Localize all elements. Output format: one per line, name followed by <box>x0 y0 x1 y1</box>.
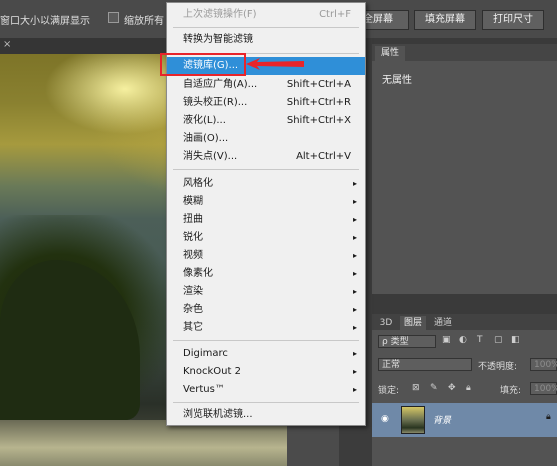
filter-shape-icon[interactable]: ▢ <box>494 335 503 345</box>
submenu-arrow-icon: ▸ <box>352 251 357 260</box>
menu-item-lens-correction[interactable]: 镜头校正(R)... Shift+Ctrl+R <box>167 94 365 112</box>
menu-item-stylize[interactable]: 风格化 ▸ <box>167 175 365 193</box>
menu-item-noise[interactable]: 杂色 ▸ <box>167 301 365 319</box>
no-properties-text: 无属性 <box>382 75 412 86</box>
fit-screen-label: 窗口大小以满屏显示 <box>0 16 90 27</box>
submenu-arrow-icon: ▸ <box>352 269 357 278</box>
menu-item-convert-smart-filter[interactable]: 转换为智能滤镜 <box>167 31 365 49</box>
submenu-arrow-icon: ▸ <box>352 179 357 188</box>
menu-item-video[interactable]: 视频 ▸ <box>167 247 365 265</box>
submenu-arrow-icon: ▸ <box>352 233 357 242</box>
zoom-all-label: 缩放所有 <box>124 16 164 27</box>
filter-adjust-icon[interactable]: ◐ <box>459 335 467 345</box>
menu-item-liquify[interactable]: 液化(L)... Shift+Ctrl+X <box>167 112 365 130</box>
fill-button[interactable]: 填充屏幕 <box>414 10 476 30</box>
lock-transparent-icon[interactable]: ⊠ <box>412 383 420 393</box>
submenu-arrow-icon: ▸ <box>352 385 357 394</box>
annotation-arrow-icon <box>246 58 304 70</box>
layer-thumbnail <box>401 406 425 434</box>
opacity-input[interactable]: 100% <box>530 358 557 371</box>
menu-item-vertus[interactable]: Vertus™ ▸ <box>167 381 365 399</box>
layer-visibility-eye-icon[interactable]: ◉ <box>381 414 389 424</box>
menu-item-knockout[interactable]: KnockOut 2 ▸ <box>167 363 365 381</box>
tab-channels[interactable]: 通道 <box>430 316 456 330</box>
layer-filter-kind-select[interactable]: ρ 类型 <box>378 335 436 348</box>
annotation-highlight-box <box>160 53 246 76</box>
submenu-arrow-icon: ▸ <box>352 305 357 314</box>
menu-item-sharpen[interactable]: 锐化 ▸ <box>167 229 365 247</box>
menu-separator <box>173 340 359 341</box>
lock-all-icon[interactable]: 🔒︎ <box>466 383 471 393</box>
menu-item-adaptive-wide-angle[interactable]: 自适应广角(A)... Shift+Ctrl+A <box>167 76 365 94</box>
menu-item-oil-paint[interactable]: 油画(O)... <box>167 130 365 148</box>
menu-item-last-filter[interactable]: 上次滤镜操作(F) Ctrl+F <box>167 6 365 24</box>
menu-item-pixelate[interactable]: 像素化 ▸ <box>167 265 365 283</box>
close-tab-icon[interactable]: × <box>3 39 11 50</box>
submenu-arrow-icon: ▸ <box>352 215 357 224</box>
filter-smart-icon[interactable]: ◧ <box>511 335 520 345</box>
fill-label: 填充: <box>500 386 522 396</box>
menu-item-render[interactable]: 渲染 ▸ <box>167 283 365 301</box>
blend-mode-select[interactable]: 正常 <box>378 358 472 371</box>
canvas-water-shape <box>0 420 287 466</box>
lock-paint-icon[interactable]: ✎ <box>430 383 438 393</box>
submenu-arrow-icon: ▸ <box>352 349 357 358</box>
layer-row-background[interactable] <box>372 403 557 437</box>
menu-item-digimarc[interactable]: Digimarc ▸ <box>167 345 365 363</box>
menu-separator <box>173 402 359 403</box>
print-size-button[interactable]: 打印尺寸 <box>482 10 544 30</box>
opacity-label: 不透明度: <box>478 362 518 372</box>
lock-label: 锁定: <box>378 386 400 396</box>
layer-lock-icon: 🔒︎ <box>546 412 551 422</box>
fill-input[interactable]: 100% <box>530 382 557 395</box>
menu-item-distort[interactable]: 扭曲 ▸ <box>167 211 365 229</box>
menu-separator <box>173 27 359 28</box>
submenu-arrow-icon: ▸ <box>352 287 357 296</box>
lock-move-icon[interactable]: ✥ <box>448 383 456 393</box>
submenu-arrow-icon: ▸ <box>352 323 357 332</box>
tab-properties[interactable]: 属性 <box>375 46 405 61</box>
submenu-arrow-icon: ▸ <box>352 197 357 206</box>
menu-item-other[interactable]: 其它 ▸ <box>167 319 365 337</box>
tab-layers[interactable]: 图层 <box>400 316 426 330</box>
menu-item-vanishing-point[interactable]: 消失点(V)... Alt+Ctrl+V <box>167 148 365 166</box>
tab-3d[interactable]: 3D <box>376 316 396 330</box>
filter-type-icon[interactable]: T <box>477 335 483 345</box>
menu-item-blur[interactable]: 模糊 ▸ <box>167 193 365 211</box>
menu-item-browse-online-filters[interactable]: 浏览联机滤镜... <box>167 406 365 424</box>
layer-name[interactable]: 背景 <box>433 413 451 426</box>
submenu-arrow-icon: ▸ <box>352 367 357 376</box>
zoom-all-checkbox[interactable] <box>108 12 119 23</box>
filter-pixel-icon[interactable]: ▣ <box>442 335 451 345</box>
menu-separator <box>173 169 359 170</box>
